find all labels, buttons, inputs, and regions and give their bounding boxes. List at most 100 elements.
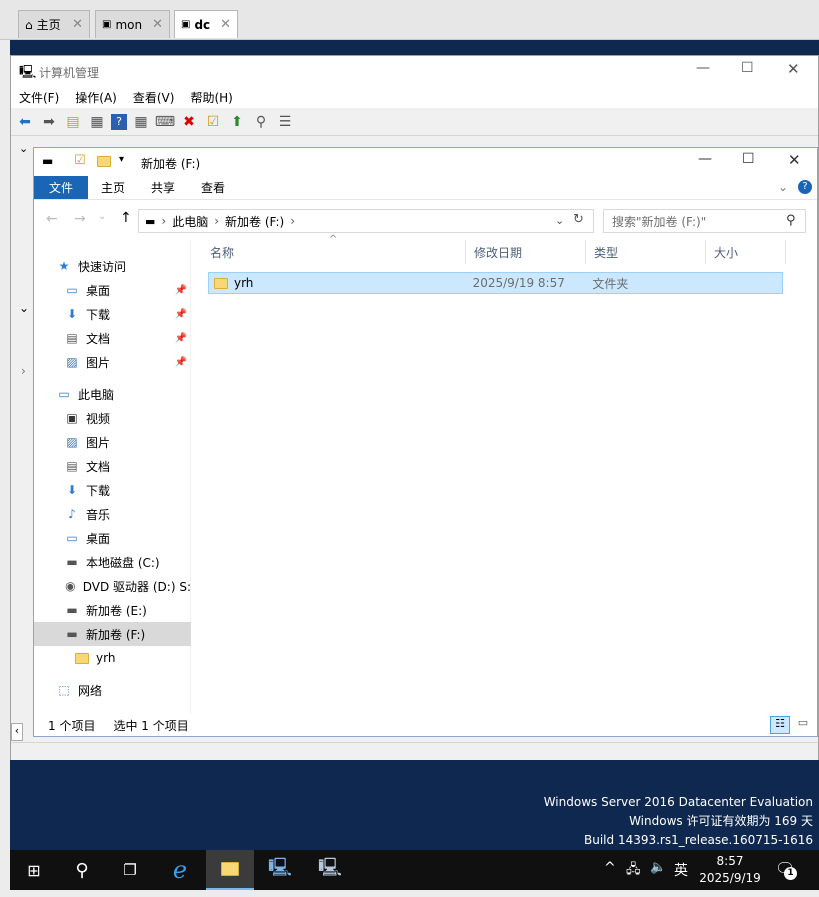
connect-icon[interactable]: ⌨: [155, 112, 175, 132]
music-icon: ♪: [68, 507, 76, 521]
search-button[interactable]: ⚲: [58, 850, 106, 890]
status-bar: 1 个项目 选中 1 个项目 ☷ ▭: [34, 714, 817, 736]
chevron-right-icon[interactable]: ›: [21, 364, 26, 378]
network-status-icon[interactable]: 🖧: [626, 860, 641, 882]
address-dropdown-icon[interactable]: ⌄: [555, 214, 564, 227]
minimize-button[interactable]: —: [696, 60, 710, 76]
nav-item[interactable]: ▭ 此电脑: [34, 382, 191, 406]
action-center-button[interactable]: 🗨 1: [775, 859, 797, 880]
search-icon[interactable]: ⚲: [251, 112, 271, 132]
forward-icon[interactable]: ➡: [39, 112, 59, 132]
nav-item[interactable]: ▬ 新加卷 (F:): [34, 622, 191, 646]
tab-dc[interactable]: ▣ dc ✕: [174, 10, 238, 38]
back-icon[interactable]: ⬅: [15, 112, 35, 132]
customize-quick-access-icon[interactable]: ▾: [119, 154, 124, 165]
menu-action[interactable]: 操作(A): [67, 89, 125, 106]
tab-file[interactable]: 文件: [34, 176, 89, 199]
expand-ribbon-icon[interactable]: ⌄: [778, 180, 788, 194]
menu-file[interactable]: 文件(F): [11, 89, 67, 106]
large-icons-view-icon[interactable]: ▭: [794, 716, 812, 734]
back-icon[interactable]: ←: [46, 211, 58, 227]
nav-item[interactable]: ▨ 图片 📌: [34, 350, 191, 374]
breadcrumb-this-pc[interactable]: 此电脑: [172, 213, 208, 230]
close-tab-icon[interactable]: ✕: [220, 17, 231, 32]
search-input[interactable]: 搜索"新加卷 (F:)" ⚲: [603, 209, 806, 233]
menu-help[interactable]: 帮助(H): [182, 89, 240, 106]
nav-item[interactable]: ♪ 音乐: [34, 502, 191, 526]
help-icon[interactable]: ?: [798, 180, 812, 194]
file-row[interactable]: yrh 2025/9/19 8:57 文件夹: [208, 272, 783, 294]
breadcrumb-volume-f[interactable]: 新加卷 (F:): [225, 213, 284, 230]
address-bar[interactable]: ▬ › 此电脑 › 新加卷 (F:) › ⌄ ↻: [138, 209, 594, 233]
server-manager-button[interactable]: 🖳: [256, 850, 304, 890]
close-tab-icon[interactable]: ✕: [152, 17, 163, 32]
file-explorer-button[interactable]: [206, 850, 254, 890]
nav-item[interactable]: ▭ 桌面: [34, 526, 191, 550]
search-icon[interactable]: ⚲: [786, 213, 796, 228]
nav-item[interactable]: ▣ 视频: [34, 406, 191, 430]
column-type[interactable]: 类型: [586, 240, 706, 264]
minimize-button[interactable]: —: [698, 151, 712, 167]
help-icon[interactable]: ?: [111, 113, 127, 130]
nav-item[interactable]: ▭ 桌面 📌: [34, 278, 191, 302]
nav-item[interactable]: ⬚ 网络: [34, 678, 191, 702]
menu-view[interactable]: 查看(V): [125, 89, 183, 106]
maximize-button[interactable]: ☐: [742, 151, 755, 167]
up-folder-icon[interactable]: ▤: [63, 112, 83, 132]
breadcrumb-separator-icon: ›: [290, 214, 296, 228]
column-size[interactable]: 大小: [706, 240, 786, 264]
nav-item[interactable]: ▤ 文档 📌: [34, 326, 191, 350]
nav-item[interactable]: ▬ 本地磁盘 (C:): [34, 550, 191, 574]
windows-icon: ⊞: [27, 860, 41, 880]
close-button[interactable]: ✕: [788, 151, 801, 169]
nav-item[interactable]: ◉ DVD 驱动器 (D:) S:: [34, 574, 191, 598]
column-name[interactable]: 名称: [202, 240, 466, 264]
tree-toggle-icon[interactable]: ⌄: [19, 142, 28, 155]
list-icon[interactable]: ☰: [275, 112, 295, 132]
properties-icon[interactable]: ▦: [131, 112, 151, 132]
start-button[interactable]: ⊞: [10, 850, 58, 890]
nav-item[interactable]: ▬ 新加卷 (E:): [34, 598, 191, 622]
maximize-button[interactable]: ☐: [741, 60, 754, 76]
close-tab-icon[interactable]: ✕: [72, 17, 83, 32]
export-icon[interactable]: ⬆: [227, 112, 247, 132]
tab-share[interactable]: 共享: [138, 176, 188, 199]
show-hidden-icons[interactable]: ^: [604, 860, 616, 876]
tab-mon[interactable]: ▣ mon ✕: [95, 10, 170, 38]
volume-muted-icon[interactable]: 🔈: [650, 860, 666, 875]
folder-icon[interactable]: [97, 156, 111, 167]
delete-icon[interactable]: ✖: [179, 112, 199, 132]
tab-view[interactable]: 查看: [188, 176, 238, 199]
nav-item[interactable]: ⬇ 下载: [34, 478, 191, 502]
check-icon[interactable]: ☑: [203, 112, 223, 132]
close-button[interactable]: ✕: [787, 60, 800, 78]
nav-item[interactable]: ★ 快速访问: [34, 254, 191, 278]
file-list: ^ 名称 修改日期 类型 大小 yrh 2025/9/19 8:57 文件夹: [192, 234, 817, 714]
properties-icon[interactable]: ☑: [74, 153, 86, 168]
tab-home[interactable]: 主页: [88, 176, 138, 199]
nav-item[interactable]: ▨ 图片: [34, 430, 191, 454]
scroll-left-button[interactable]: ‹: [11, 723, 23, 741]
nav-item[interactable]: ⬇ 下载 📌: [34, 302, 191, 326]
internet-explorer-button[interactable]: e: [156, 850, 204, 890]
disk-icon: ▬: [66, 555, 78, 569]
up-icon[interactable]: ↑: [120, 210, 132, 226]
tab-home[interactable]: ⌂ 主页 ✕: [18, 10, 90, 38]
clock[interactable]: 8:57 2025/9/19: [698, 853, 762, 887]
breadcrumb-separator-icon: ›: [161, 214, 167, 228]
show-hide-tree-icon[interactable]: ▦: [87, 112, 107, 132]
nav-item[interactable]: ▤ 文档: [34, 454, 191, 478]
nav-item-label: DVD 驱动器 (D:) S:: [82, 579, 191, 594]
column-modified[interactable]: 修改日期: [466, 240, 586, 264]
computer-management-button[interactable]: 🖳: [306, 850, 354, 890]
refresh-icon[interactable]: ↻: [573, 212, 584, 227]
chevron-down-icon[interactable]: ⌄: [19, 301, 29, 315]
address-row: ← → ⌄ ↑ ▬ › 此电脑 › 新加卷 (F:) › ⌄ ↻ 搜索"新加卷 …: [34, 200, 817, 240]
forward-icon[interactable]: →: [74, 211, 86, 227]
recent-locations-icon[interactable]: ⌄: [98, 211, 106, 222]
details-view-icon[interactable]: ☷: [770, 716, 790, 734]
task-view-button[interactable]: ❐: [106, 850, 154, 890]
nav-item[interactable]: yrh: [34, 646, 191, 670]
document-icon: ▤: [66, 459, 78, 473]
input-method[interactable]: 英: [674, 860, 688, 880]
